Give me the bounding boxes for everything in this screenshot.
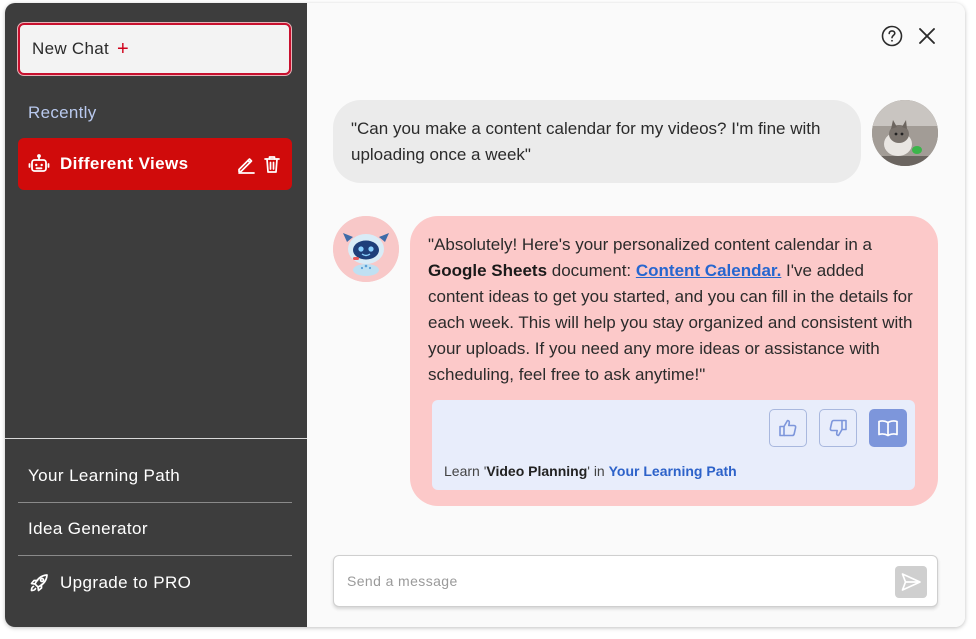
message-input[interactable] — [334, 556, 884, 606]
sidebar-link-label: Your Learning Path — [28, 466, 181, 485]
bot-text-part: "Absolutely! Here's your personalized co… — [428, 235, 872, 254]
thumbs-up-button[interactable] — [769, 409, 807, 447]
recently-heading: Recently — [28, 103, 97, 122]
learn-middle: ' in — [587, 463, 609, 479]
chat-title: Different Views — [60, 154, 189, 173]
learning-card: Learn 'Video Planning' in Your Learning … — [432, 400, 915, 490]
user-message-bubble: "Can you make a content calendar for my … — [333, 100, 861, 183]
sidebar-link-idea-generator[interactable]: Idea Generator — [18, 503, 292, 556]
chat-main: "Can you make a content calendar for my … — [307, 3, 965, 627]
learn-more-button[interactable] — [869, 409, 907, 447]
thumbs-down-icon — [829, 419, 847, 437]
new-chat-button[interactable]: New Chat + — [18, 23, 291, 75]
thumbs-up-icon — [779, 419, 797, 437]
book-icon — [878, 420, 898, 437]
content-calendar-link[interactable]: Content Calendar. — [636, 261, 781, 280]
sidebar-link-learning-path[interactable]: Your Learning Path — [18, 450, 292, 503]
rocket-icon — [28, 572, 50, 594]
learning-path-link[interactable]: Your Learning Path — [609, 463, 737, 479]
learning-path-text: Learn 'Video Planning' in Your Learning … — [444, 463, 737, 479]
sidebar-link-label: Idea Generator — [28, 519, 148, 538]
bot-message-text: "Absolutely! Here's your personalized co… — [428, 232, 920, 388]
learn-topic: Video Planning — [486, 463, 588, 479]
sidebar-divider — [5, 438, 307, 439]
new-chat-label: New Chat — [32, 39, 110, 58]
help-icon[interactable] — [880, 24, 904, 48]
thumbs-down-button[interactable] — [819, 409, 857, 447]
sidebar: New Chat + Recently Different Views Your… — [5, 3, 307, 627]
send-button[interactable] — [895, 566, 927, 598]
cat-avatar-icon — [872, 100, 938, 166]
bot-text-bold: Google Sheets — [428, 261, 548, 280]
close-icon[interactable] — [915, 24, 939, 48]
user-avatar — [872, 100, 938, 166]
chat-history-item[interactable]: Different Views — [18, 138, 292, 190]
bot-avatar — [333, 216, 399, 282]
robot-icon — [28, 153, 50, 175]
sidebar-link-label: Upgrade to PRO — [60, 572, 192, 592]
message-composer — [333, 555, 938, 607]
learn-prefix: Learn ' — [444, 463, 487, 479]
bot-text-part: document: — [547, 261, 636, 280]
robot-avatar-icon — [333, 216, 399, 282]
user-message-text: "Can you make a content calendar for my … — [351, 119, 821, 164]
bot-message-bubble: "Absolutely! Here's your personalized co… — [410, 216, 938, 506]
chat-window: New Chat + Recently Different Views Your… — [5, 3, 965, 627]
trash-icon[interactable] — [261, 153, 283, 175]
edit-icon[interactable] — [235, 153, 257, 175]
sidebar-link-upgrade[interactable]: Upgrade to PRO — [18, 556, 292, 609]
send-icon — [901, 573, 921, 591]
plus-icon: + — [117, 38, 129, 60]
